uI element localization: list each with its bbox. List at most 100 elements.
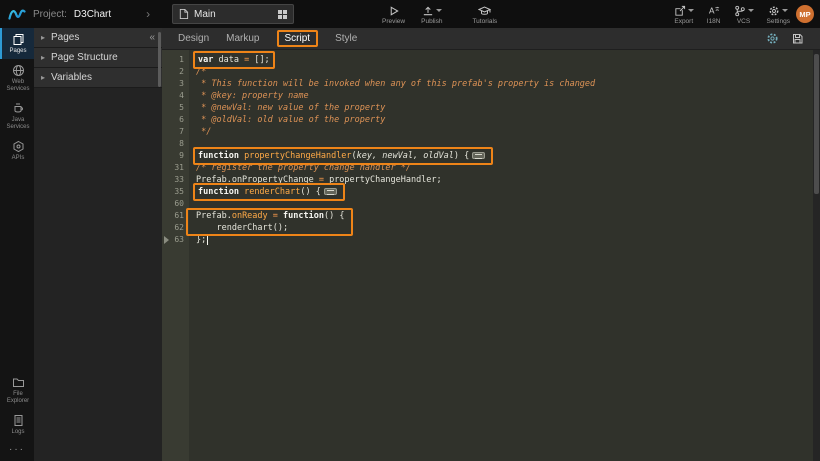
code-text[interactable]: function propertyChangeHandler(key, newV… — [189, 149, 493, 163]
panel-section-pages[interactable]: ▸ Pages « — [34, 28, 162, 48]
tab-markup[interactable]: Markup — [226, 33, 259, 44]
coffee-cup-icon — [12, 102, 25, 115]
tab-design[interactable]: Design — [178, 33, 209, 44]
annotation-box: function propertyChangeHandler(key, newV… — [193, 147, 493, 165]
save-icon[interactable] — [791, 32, 804, 45]
line-number[interactable]: 2 — [162, 66, 189, 78]
sidebar-item-label: Java Services — [3, 117, 33, 131]
line-number[interactable]: 35 — [162, 186, 189, 198]
code-text[interactable]: * This function will be invoked when any… — [189, 78, 595, 90]
settings-button[interactable]: Settings — [767, 0, 791, 28]
panel-section-label: Variables — [51, 72, 92, 83]
code-line[interactable]: 3 * This function will be invoked when a… — [162, 78, 820, 90]
code-line[interactable]: 6 * @oldVal: old value of the property — [162, 114, 820, 126]
code-line[interactable]: 9 function propertyChangeHandler(key, new… — [162, 150, 820, 162]
preview-button[interactable]: Preview — [382, 0, 405, 28]
publish-button[interactable]: Publish — [421, 0, 442, 28]
line-number[interactable]: 33 — [162, 174, 189, 186]
user-avatar[interactable]: MP — [796, 5, 814, 23]
code-text[interactable]: var data = []; — [189, 53, 275, 67]
line-number[interactable]: 63 — [162, 234, 189, 246]
breadcrumb-chevron-icon: › — [146, 7, 150, 21]
folder-icon — [12, 376, 25, 389]
layout-grid-icon[interactable] — [277, 9, 288, 20]
line-number[interactable]: 61 — [162, 210, 189, 222]
line-number[interactable]: 8 — [162, 138, 189, 150]
tutorials-button[interactable]: Tutorials — [472, 0, 497, 28]
code-editor[interactable]: 1var data = [];2/*3 * This function will… — [162, 50, 820, 461]
code-line[interactable]: 4 * @key: property name — [162, 90, 820, 102]
collapse-panel-icon[interactable]: « — [149, 32, 155, 43]
sidebar-more-button[interactable]: ··· — [0, 440, 34, 461]
line-number[interactable]: 60 — [162, 198, 189, 210]
code-line[interactable]: 5 * @newVal: new value of the property — [162, 102, 820, 114]
code-line[interactable]: 7 */ — [162, 126, 820, 138]
editor-scrollbar[interactable] — [813, 50, 820, 461]
left-sidebar: Pages Web Services Java Services — [0, 28, 34, 461]
i18n-button[interactable]: A I18N — [707, 0, 721, 28]
line-number[interactable]: 9 — [162, 150, 189, 162]
code-line[interactable]: 1 var data = []; — [162, 54, 820, 66]
line-number[interactable]: 3 — [162, 78, 189, 90]
sidebar-item-pages[interactable]: Pages — [0, 28, 34, 59]
page-tab-main[interactable]: Main — [172, 4, 294, 24]
sidebar-item-file-explorer[interactable]: File Explorer — [0, 371, 34, 409]
code-text[interactable]: function renderChart() { — [189, 185, 345, 199]
line-number[interactable]: 62 — [162, 222, 189, 234]
code-line[interactable]: 35function renderChart() { — [162, 186, 820, 198]
code-text[interactable]: * @oldVal: old value of the property — [189, 114, 385, 126]
code-text[interactable]: * @key: property name — [189, 90, 309, 102]
publish-icon — [422, 5, 434, 17]
play-icon — [388, 5, 400, 17]
chevron-down-icon — [688, 9, 694, 12]
chevron-down-icon — [436, 9, 442, 12]
tab-style[interactable]: Style — [335, 33, 357, 44]
panel-scrollbar-thumb[interactable] — [158, 32, 161, 87]
pages-panel: ▸ Pages « ▸ Page Structure ▸ Variables — [34, 28, 162, 461]
sidebar-item-apis[interactable]: APIs — [0, 135, 34, 166]
export-button[interactable]: Export — [674, 0, 694, 28]
line-number[interactable]: 1 — [162, 54, 189, 66]
sidebar-item-label: Web Services — [3, 79, 33, 93]
logs-doc-icon — [12, 414, 25, 427]
code-line[interactable]: 61Prefab.onReady = function() { — [162, 210, 820, 222]
code-fold-icon[interactable] — [324, 188, 337, 195]
tutorials-icon — [478, 5, 491, 17]
line-number[interactable]: 7 — [162, 126, 189, 138]
code-text[interactable]: */ — [189, 126, 211, 138]
vcs-button[interactable]: VCS — [734, 0, 754, 28]
sidebar-item-label: Logs — [11, 429, 24, 436]
chevron-down-icon — [748, 9, 754, 12]
chevron-right-icon: ▸ — [41, 33, 45, 42]
panel-section-label: Page Structure — [51, 52, 118, 63]
code-text[interactable]: * @newVal: new value of the property — [189, 102, 385, 114]
line-number[interactable]: 31 — [162, 162, 189, 174]
editor-scrollbar-thumb[interactable] — [814, 54, 819, 194]
editor-region: Design Markup Script Style — [162, 28, 820, 461]
code-text[interactable]: }; — [189, 234, 208, 246]
code-line[interactable]: 62 renderChart(); — [162, 222, 820, 234]
line-number[interactable]: 6 — [162, 114, 189, 126]
panel-section-variables[interactable]: ▸ Variables — [34, 68, 162, 88]
editor-tab-bar: Design Markup Script Style — [162, 28, 820, 50]
tab-script[interactable]: Script — [277, 30, 319, 47]
wavemaker-studio: Project: D3Chart › Main — [0, 0, 820, 461]
sidebar-item-logs[interactable]: Logs — [0, 409, 34, 440]
code-text[interactable]: Prefab.onReady = function() { — [189, 210, 344, 222]
sidebar-item-web-services[interactable]: Web Services — [0, 59, 34, 97]
line-number[interactable]: 4 — [162, 90, 189, 102]
wavemaker-logo-icon[interactable] — [8, 5, 26, 23]
vcs-label: VCS — [737, 18, 750, 25]
panel-section-page-structure[interactable]: ▸ Page Structure — [34, 48, 162, 68]
code-text[interactable]: renderChart(); — [189, 222, 288, 234]
chevron-right-icon: ▸ — [41, 53, 45, 62]
preview-label: Preview — [382, 18, 405, 25]
line-number[interactable]: 5 — [162, 102, 189, 114]
top-bar: Project: D3Chart › Main — [0, 0, 820, 28]
code-line[interactable]: 63}; — [162, 234, 820, 246]
annotation-box: var data = []; — [193, 51, 275, 69]
code-fold-icon[interactable] — [472, 152, 485, 159]
gutter-marker-icon — [164, 236, 169, 244]
sidebar-item-java-services[interactable]: Java Services — [0, 97, 34, 135]
editor-settings-gear-icon[interactable] — [766, 32, 779, 45]
